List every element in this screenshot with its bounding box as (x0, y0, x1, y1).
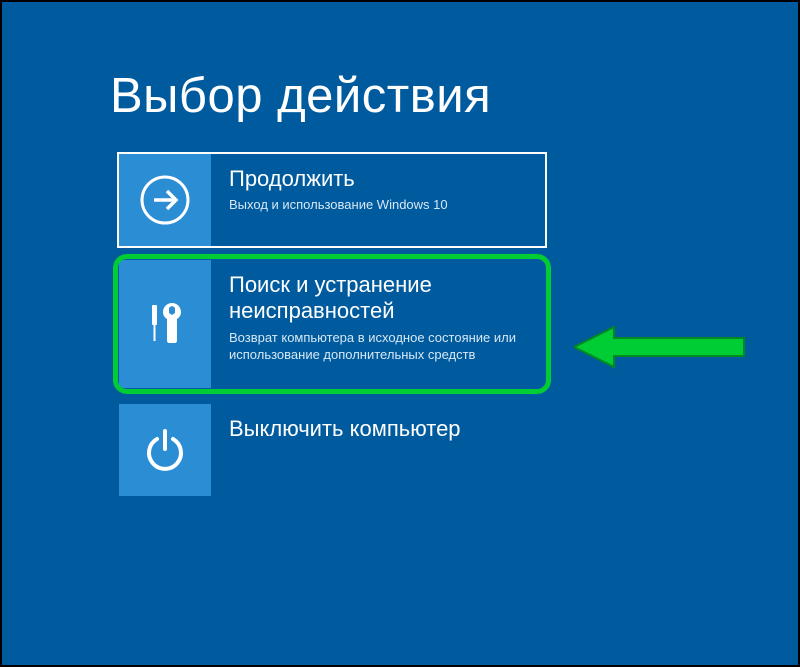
tools-icon (119, 260, 211, 388)
option-desc: Выход и использование Windows 10 (229, 196, 529, 214)
option-continue[interactable]: Продолжить Выход и использование Windows… (117, 152, 547, 248)
option-title: Поиск и устранение неисправностей (229, 272, 529, 325)
option-title: Выключить компьютер (229, 416, 529, 442)
option-title: Продолжить (229, 166, 529, 192)
annotation-arrow-icon (574, 322, 754, 372)
power-icon (119, 404, 211, 496)
option-desc: Возврат компьютера в исходное состояние … (229, 329, 529, 364)
arrow-right-icon (119, 154, 211, 246)
option-shutdown[interactable]: Выключить компьютер (117, 402, 547, 498)
option-troubleshoot[interactable]: Поиск и устранение неисправностей Возвра… (117, 258, 547, 390)
option-text: Поиск и устранение неисправностей Возвра… (211, 260, 545, 374)
option-text: Выключить компьютер (211, 404, 545, 456)
options-list: Продолжить Выход и использование Windows… (117, 152, 547, 504)
page-title: Выбор действия (110, 68, 491, 124)
option-text: Продолжить Выход и использование Windows… (211, 154, 545, 224)
